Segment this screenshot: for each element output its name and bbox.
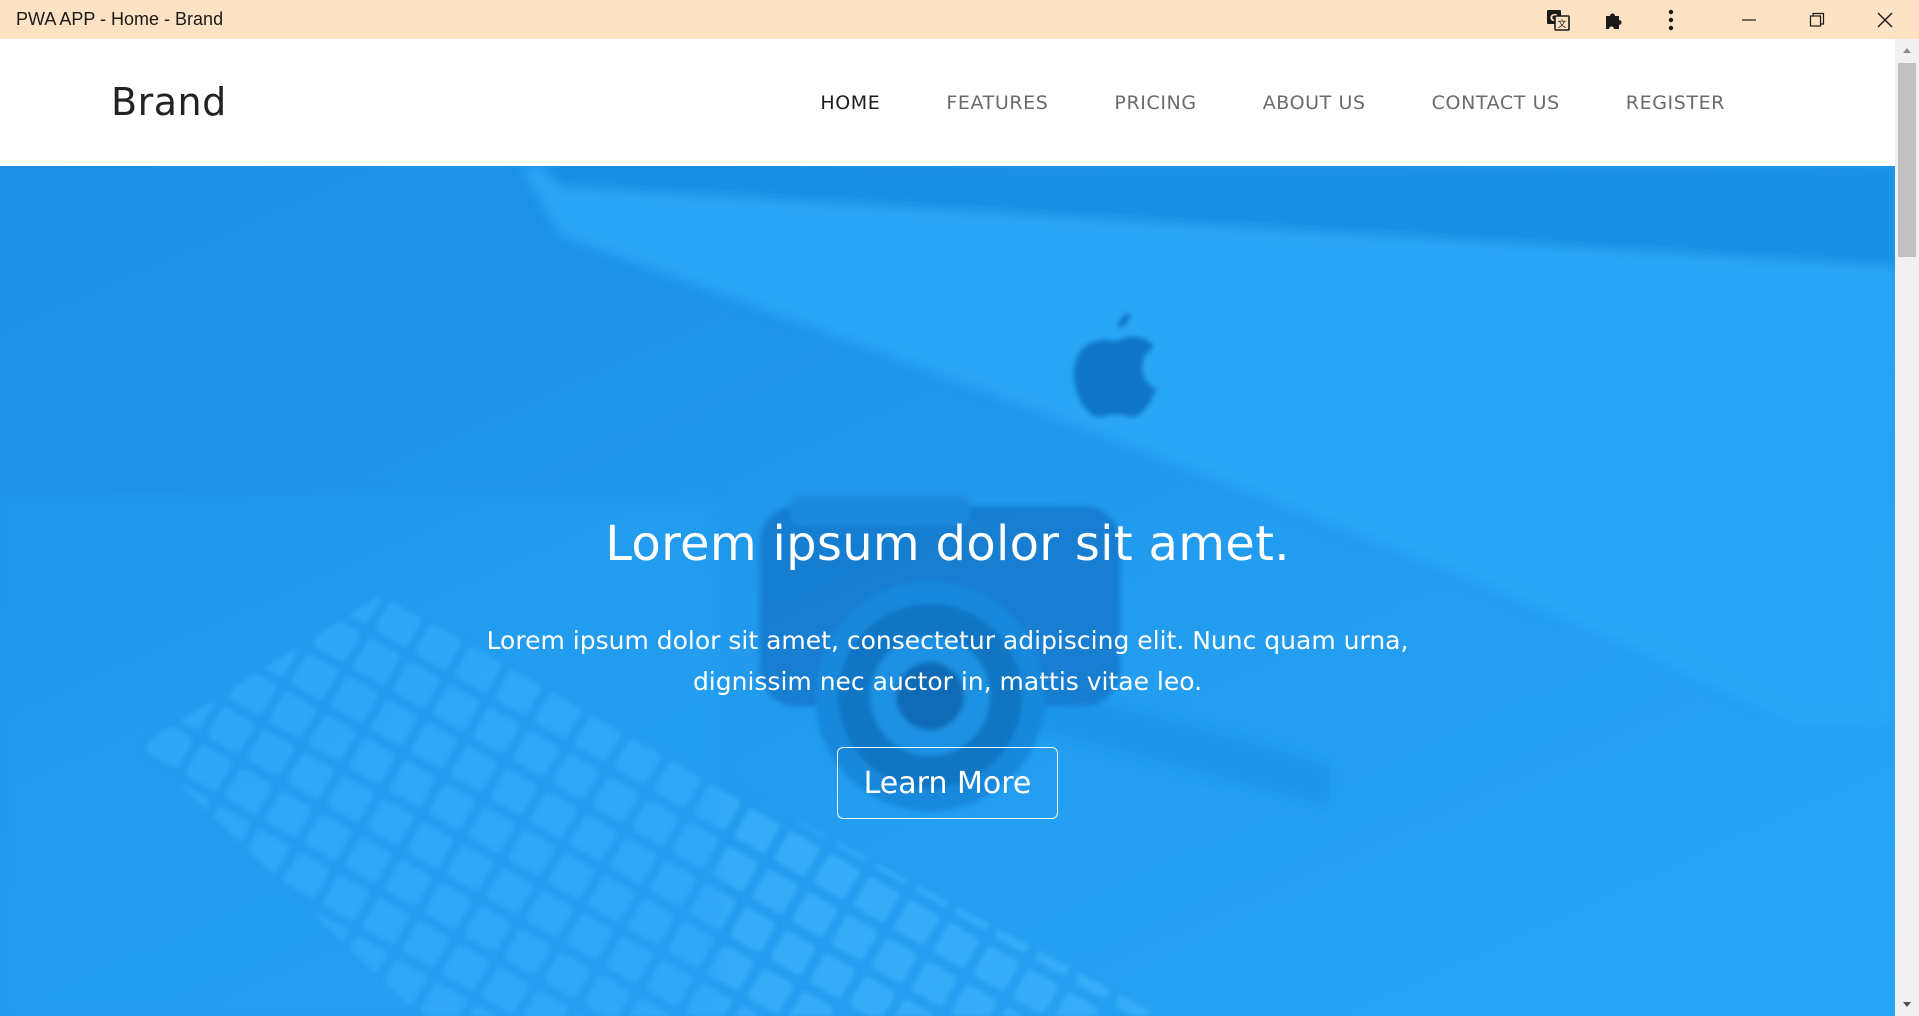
nav-link-pricing[interactable]: PRICING [1114,92,1196,114]
nav-link-about-us[interactable]: ABOUT US [1263,92,1366,114]
restore-icon[interactable] [1794,0,1840,39]
hero-content: Lorem ipsum dolor sit amet. Lorem ipsum … [0,166,1895,1016]
scroll-thumb[interactable] [1898,63,1916,257]
hero-description: Lorem ipsum dolor sit amet, consectetur … [486,626,1409,696]
nav-link-register[interactable]: REGISTER [1626,92,1725,114]
scroll-up-icon[interactable] [1895,39,1919,61]
close-icon[interactable] [1862,0,1908,39]
brand-logo[interactable]: Brand [111,39,227,166]
minimize-icon[interactable] [1726,0,1772,39]
hero-title: Lorem ipsum dolor sit amet. [605,516,1290,572]
window-titlebar: PWA APP - Home - Brand G 文 [0,0,1919,39]
nav-links: HOME FEATURES PRICING ABOUT US CONTACT U… [754,39,1725,166]
nav-link-contact-us[interactable]: CONTACT US [1432,92,1560,114]
more-icon[interactable] [1656,0,1686,39]
window-title: PWA APP - Home - Brand [16,9,224,29]
hero-section: Lorem ipsum dolor sit amet. Lorem ipsum … [0,166,1895,1016]
translate-icon[interactable]: G 文 [1541,0,1575,39]
extensions-icon[interactable] [1597,0,1631,39]
svg-text:文: 文 [1557,18,1566,30]
vertical-scrollbar[interactable] [1895,39,1919,1016]
page-viewport: Brand HOME FEATURES PRICING ABOUT US CON… [0,39,1895,1016]
scroll-down-icon[interactable] [1895,994,1919,1016]
learn-more-button[interactable]: Learn More [837,747,1058,819]
navbar: Brand HOME FEATURES PRICING ABOUT US CON… [0,39,1895,166]
nav-link-features[interactable]: FEATURES [946,92,1048,114]
nav-link-home[interactable]: HOME [820,92,880,114]
